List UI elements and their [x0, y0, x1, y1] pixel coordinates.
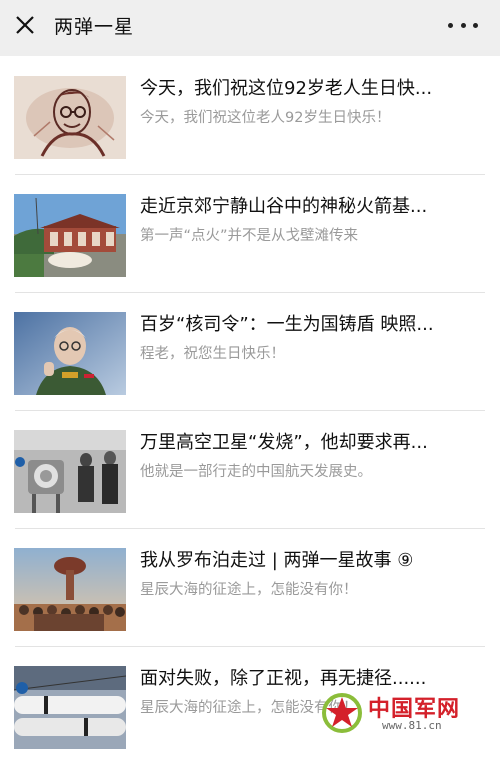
article-title: 走近京郊宁静山谷中的神秘火箭基... — [140, 196, 428, 217]
close-icon — [16, 16, 34, 34]
article-thumbnail — [14, 312, 126, 395]
article-item[interactable]: 面对失败，除了正视，再无捷径...... 星辰大海的征途上，怎能没有你！ — [0, 646, 500, 761]
page-title: 两弹一星 — [54, 15, 135, 38]
article-item[interactable]: 万里高空卫星“发烧”，他却要求再... 他就是一部行走的中国航天发展史。 — [0, 410, 500, 528]
more-icon-dot — [448, 22, 453, 28]
more-icon-dot — [473, 22, 478, 28]
article-subtitle: 他就是一部行走的中国航天发展史。 — [140, 464, 372, 480]
article-title: 万里高空卫星“发烧”，他却要求再... — [140, 432, 428, 453]
article-subtitle: 今天，我们祝这位老人92岁生日快乐！ — [140, 110, 391, 126]
article-subtitle: 星辰大海的征途上，怎能没有你！ — [140, 700, 358, 716]
article-subtitle: 第一声“点火”并不是从戈壁滩传来 — [140, 228, 359, 244]
close-button[interactable] — [0, 0, 50, 50]
article-title: 面对失败，除了正视，再无捷径...... — [140, 668, 427, 689]
article-thumbnail — [14, 194, 126, 277]
article-item[interactable]: 今天，我们祝这位92岁老人生日快... 今天，我们祝这位老人92岁生日快乐！ — [0, 56, 500, 174]
article-subtitle: 星辰大海的征途上，怎能没有你！ — [140, 582, 358, 598]
top-bar: 两弹一星 — [0, 0, 500, 50]
article-subtitle: 程老，祝您生日快乐！ — [140, 346, 285, 362]
article-list: 今天，我们祝这位92岁老人生日快... 今天，我们祝这位老人92岁生日快乐！ 走… — [0, 56, 500, 761]
article-thumbnail — [14, 666, 126, 749]
article-item[interactable]: 我从罗布泊走过 | 两弹一星故事 ⑨ 星辰大海的征途上，怎能没有你！ — [0, 528, 500, 646]
more-icon-dot — [460, 22, 466, 28]
article-thumbnail — [14, 430, 126, 513]
article-title: 我从罗布泊走过 | 两弹一星故事 ⑨ — [140, 550, 414, 571]
article-thumbnail — [14, 548, 126, 631]
article-item[interactable]: 百岁“核司令”：一生为国铸盾 映照... 程老，祝您生日快乐！ — [0, 292, 500, 410]
article-thumbnail — [14, 76, 126, 159]
article-item[interactable]: 走近京郊宁静山谷中的神秘火箭基... 第一声“点火”并不是从戈壁滩传来 — [0, 174, 500, 292]
article-title: 百岁“核司令”：一生为国铸盾 映照... — [140, 314, 434, 335]
more-button[interactable] — [448, 14, 478, 36]
article-title: 今天，我们祝这位92岁老人生日快... — [140, 78, 433, 99]
